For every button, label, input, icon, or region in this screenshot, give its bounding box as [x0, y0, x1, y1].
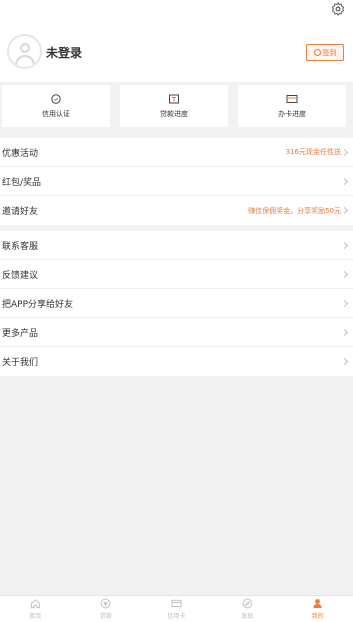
quick-actions: 信用认证 贷款进度 办卡进度 [0, 82, 353, 130]
home-icon [30, 599, 40, 609]
gear-icon[interactable] [331, 2, 345, 16]
discover-icon [242, 598, 252, 609]
chevron-right-icon [340, 270, 349, 278]
avatar-body-shape [15, 55, 35, 67]
chevron-right-icon [340, 357, 349, 366]
row-label: 联系客服 [2, 241, 39, 252]
tab-profile[interactable]: 我的 [282, 596, 353, 622]
chevron-right-icon [340, 177, 349, 185]
avatar[interactable] [7, 34, 42, 69]
row-label: 关于我们 [2, 358, 39, 368]
signin-label: 签到 [322, 48, 337, 57]
row-label: 反馈建议 [2, 270, 39, 281]
credit-card-icon [171, 599, 182, 608]
list-item-share[interactable]: 把APP分享给好友 [0, 289, 353, 318]
tab-credit-card[interactable]: 信用卡 [141, 596, 212, 622]
chevron-right-icon [340, 299, 349, 307]
tab-loan[interactable]: 贷款 [71, 596, 142, 622]
quick-label: 信用认证 [42, 109, 70, 118]
tab-label: 贷款 [99, 613, 112, 620]
card-progress-icon [286, 94, 298, 103]
row-label: 更多产品 [2, 328, 39, 339]
tab-discover[interactable]: 发现 [212, 596, 283, 622]
list-item-promotions[interactable]: 优惠活动 316元现金任性送 [0, 138, 353, 167]
quick-label: 贷款进度 [160, 109, 188, 118]
tab-label: 首页 [29, 613, 42, 620]
list-item-invite[interactable]: 邀请好友 赚佳保佣奖金，分享奖励50元 [0, 196, 353, 225]
list-item-rewards[interactable]: 红包/奖品 [0, 167, 353, 196]
activity-group: 优惠活动 316元现金任性送 红包/奖品 邀请好友 赚佳保佣奖金，分享奖励50元 [0, 138, 353, 225]
profile-icon [313, 599, 322, 609]
loan-icon [101, 598, 111, 609]
quick-credit-auth[interactable]: 信用认证 [2, 85, 110, 127]
tab-label: 信用卡 [167, 613, 186, 620]
list-item-more-products[interactable]: 更多产品 [0, 318, 353, 347]
list-item-feedback[interactable]: 反馈建议 [0, 260, 353, 289]
quick-label: 办卡进度 [278, 109, 306, 118]
list-item-contact[interactable]: 联系客服 [0, 231, 353, 260]
quick-card-progress[interactable]: 办卡进度 [238, 85, 346, 127]
loan-progress-icon [169, 94, 179, 103]
row-label: 邀请好友 [2, 207, 39, 217]
signin-icon [313, 49, 321, 56]
tab-home[interactable]: 首页 [0, 596, 71, 622]
list-item-about[interactable]: 关于我们 [0, 347, 353, 376]
credit-icon [51, 93, 61, 104]
profile-header: 未登录 签到 [0, 0, 353, 82]
tab-label: 我的 [311, 613, 324, 620]
bottom-tab-bar: 首页 贷款 信用卡 发现 我的 [0, 595, 353, 622]
row-label: 把APP分享给好友 [2, 299, 74, 310]
signin-button[interactable]: 签到 [306, 44, 344, 61]
row-extra: 316元现金任性送 [285, 148, 341, 156]
chevron-right-icon [340, 206, 349, 215]
row-label: 优惠活动 [2, 148, 39, 159]
tab-label: 发现 [241, 613, 254, 620]
row-extra: 赚佳保佣奖金，分享奖励50元 [248, 206, 341, 215]
avatar-head-shape [20, 43, 30, 53]
chevron-right-icon [340, 241, 349, 249]
chevron-right-icon [340, 328, 349, 336]
login-status[interactable]: 未登录 [46, 44, 82, 61]
settings-group: 联系客服 反馈建议 把APP分享给好友 更多产品 关于我们 [0, 231, 353, 376]
chevron-right-icon [340, 148, 349, 156]
quick-loan-progress[interactable]: 贷款进度 [120, 85, 228, 127]
row-label: 红包/奖品 [2, 177, 42, 188]
